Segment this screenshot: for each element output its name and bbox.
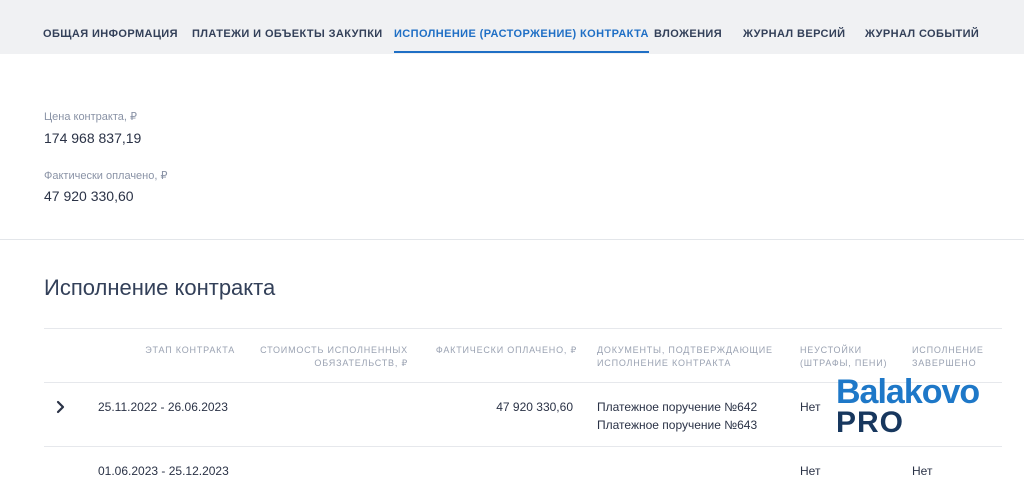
watermark-top: Balakovo (836, 373, 980, 411)
header-paid: ФАКТИЧЕСКИ ОПЛАЧЕНО, ₽ (435, 345, 577, 355)
tab-payments[interactable]: ПЛАТЕЖИ И ОБЪЕКТЫ ЗАКУПКИ (192, 28, 383, 40)
paid-value: 47 920 330,60 (44, 188, 134, 204)
row-penalty: Нет (800, 400, 821, 414)
header-cost: СТОИМОСТЬ ИСПОЛНЕННЫХ ОБЯЗАТЕЛЬСТВ, ₽ (260, 345, 408, 368)
row-penalty: Нет (800, 464, 821, 478)
tab-version-log[interactable]: ЖУРНАЛ ВЕРСИЙ (743, 28, 846, 40)
watermark-logo: Balakovo PRO (836, 374, 986, 440)
header-penalty: НЕУСТОЙКИ (ШТРАФЫ, ПЕНИ) (800, 345, 888, 368)
row-stage: 25.11.2022 - 26.06.2023 (98, 400, 228, 414)
row-separator (44, 446, 1002, 447)
paid-label: Фактически оплачено, ₽ (44, 170, 168, 182)
watermark-bottom: PRO (836, 406, 905, 439)
tab-general-info[interactable]: ОБЩАЯ ИНФОРМАЦИЯ (43, 28, 178, 40)
row-paid: 47 920 330,60 (496, 400, 573, 414)
section-title: Исполнение контракта (44, 275, 276, 300)
row-doc-link[interactable]: Платежное поручение №643 (597, 416, 757, 434)
contract-price-value: 174 968 837,19 (44, 130, 142, 146)
tab-bar: ОБЩАЯ ИНФОРМАЦИЯ ПЛАТЕЖИ И ОБЪЕКТЫ ЗАКУП… (0, 0, 1024, 54)
row-completed: Нет (912, 464, 933, 478)
chevron-right-icon[interactable] (54, 400, 68, 414)
row-stage: 01.06.2023 - 25.12.2023 (98, 464, 229, 478)
tab-execution[interactable]: ИСПОЛНЕНИЕ (РАСТОРЖЕНИЕ) КОНТРАКТА (394, 28, 649, 53)
header-stage: ЭТАП КОНТРАКТА (145, 345, 235, 355)
tab-attachments[interactable]: ВЛОЖЕНИЯ (654, 28, 722, 40)
row-doc-link[interactable]: Платежное поручение №642 (597, 398, 757, 416)
tab-event-log[interactable]: ЖУРНАЛ СОБЫТИЙ (865, 28, 979, 40)
contract-price-label: Цена контракта, ₽ (44, 111, 137, 123)
header-docs: ДОКУМЕНТЫ, ПОДТВЕРЖДАЮЩИЕ ИСПОЛНЕНИЕ КОН… (597, 345, 773, 368)
header-completed: ИСПОЛНЕНИЕ ЗАВЕРШЕНО (912, 345, 984, 368)
section-divider (0, 239, 1024, 240)
table-top-line (44, 328, 1002, 329)
